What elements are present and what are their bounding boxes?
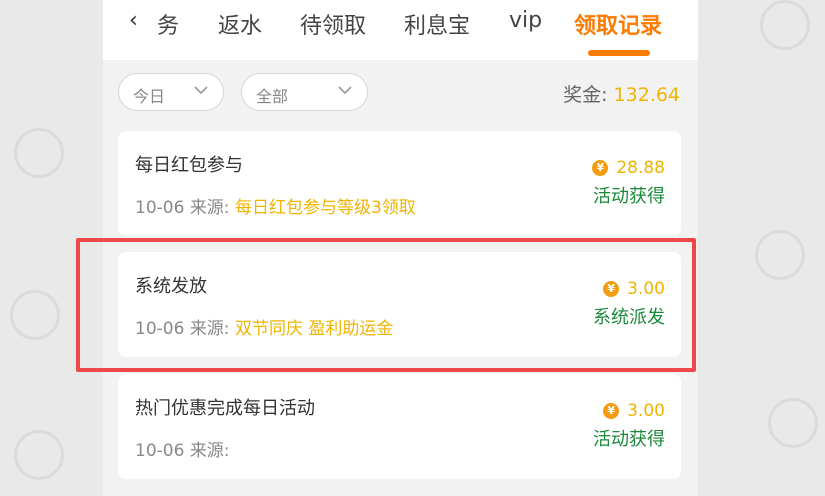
record-date: 10-06 [135,198,185,218]
record-source-label: 来源: [189,319,230,339]
record-status: 活动获得 [593,429,665,450]
chevron-left-icon[interactable]: ‹ [129,8,138,33]
tab-bar: ‹ 务 返水 待领取 利息宝 vip 领取记录 [103,0,698,60]
record-card: 每日红包参与 10-06 来源: 每日红包参与等级3领取 ¥ 28.88 活动获… [118,131,681,236]
record-status: 系统派发 [593,307,665,328]
date-filter-label: 今日 [133,87,166,106]
coin-icon: ¥ [592,160,609,176]
record-amount: 28.88 [616,158,665,178]
bonus-label: 奖金: [563,84,608,106]
record-source-label: 来源: [189,198,230,218]
record-card: 系统发放 10-06 来源: 双节同庆 盈利助运金 ¥ 3.00 系统派发 [118,252,681,357]
coin-icon: ¥ [603,403,620,419]
soccer-ball-icon [14,128,64,178]
tab-claim-records[interactable]: 领取记录 [574,8,662,40]
bonus-total: 奖金: 132.64 [563,80,680,107]
record-amount: 3.00 [627,279,665,299]
tab-task[interactable]: 务 [157,8,179,40]
chevron-down-icon [194,86,208,95]
record-amount: 3.00 [627,401,665,421]
records-panel: ‹ 务 返水 待领取 利息宝 vip 领取记录 今日 全部 奖金: 132.64 … [103,0,698,496]
soccer-ball-icon [760,0,810,50]
bonus-amount: 132.64 [613,84,680,106]
record-title: 每日红包参与 [135,155,243,176]
soccer-ball-icon [14,430,64,480]
record-amount-wrap: ¥ 3.00 [603,279,665,299]
record-title: 系统发放 [135,276,207,297]
record-meta: 10-06 来源: 每日红包参与等级3领取 [135,193,416,218]
type-filter-label: 全部 [256,87,289,106]
record-card: 热门优惠完成每日活动 10-06 来源: ¥ 3.00 活动获得 [118,374,681,479]
type-filter-dropdown[interactable]: 全部 [241,73,368,111]
record-source: 双节同庆 盈利助运金 [234,319,394,339]
soccer-ball-icon [755,230,805,280]
tab-rebate[interactable]: 返水 [218,8,262,40]
record-date: 10-06 [135,319,185,339]
active-tab-indicator [588,50,650,56]
coin-icon: ¥ [603,281,620,297]
record-amount-wrap: ¥ 28.88 [592,158,665,178]
record-amount-wrap: ¥ 3.00 [603,401,665,421]
record-meta: 10-06 来源: [135,436,230,461]
record-title: 热门优惠完成每日活动 [135,398,315,419]
record-date: 10-06 [135,441,185,461]
tab-pending[interactable]: 待领取 [300,8,366,40]
record-source: 每日红包参与等级3领取 [234,198,416,218]
tab-vip[interactable]: vip [509,8,542,33]
chevron-down-icon [338,86,352,95]
record-meta: 10-06 来源: 双节同庆 盈利助运金 [135,314,393,339]
tab-interest[interactable]: 利息宝 [404,8,470,40]
record-status: 活动获得 [593,186,665,207]
soccer-ball-icon [768,398,818,448]
record-source-label: 来源: [189,441,230,461]
date-filter-dropdown[interactable]: 今日 [118,73,224,111]
soccer-ball-icon [10,290,60,340]
